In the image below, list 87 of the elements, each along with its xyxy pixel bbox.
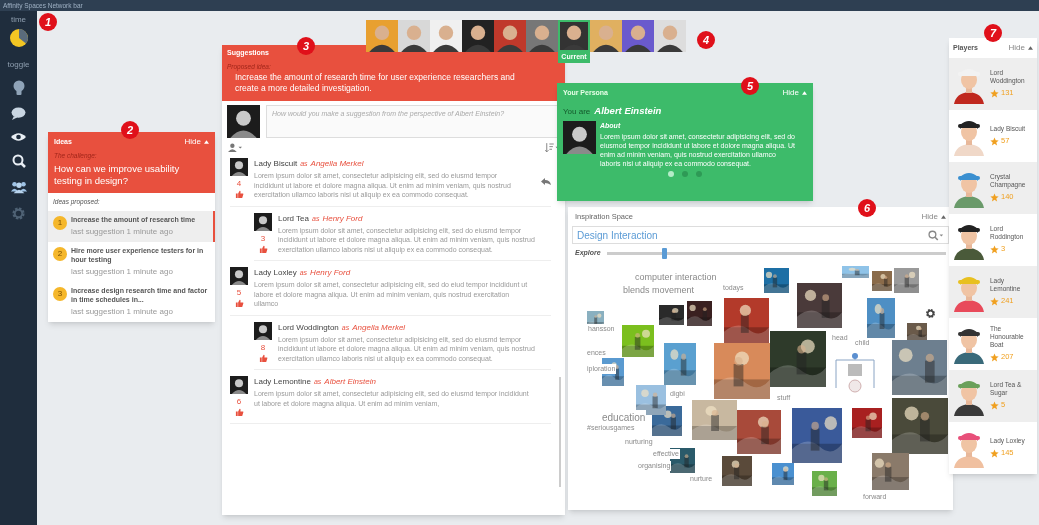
vote-count: 6 <box>236 396 242 409</box>
persona-portrait[interactable] <box>622 20 654 52</box>
callout-badge: 7 <box>984 24 1002 42</box>
thumbs-up-icon[interactable] <box>258 353 268 363</box>
idea-meta: last suggestion 1 minute ago <box>71 305 174 318</box>
lightbulb-icon[interactable] <box>12 80 25 96</box>
avatar-icon <box>254 321 272 340</box>
hide-toggle[interactable]: Hide <box>184 136 209 148</box>
search-input[interactable]: Design Interaction <box>577 227 827 243</box>
avatar-icon <box>254 212 272 231</box>
hide-toggle[interactable]: Hide <box>921 211 946 223</box>
comment-author: Lady Biscuit <box>254 158 298 171</box>
thumbs-up-icon[interactable] <box>258 244 268 254</box>
hide-toggle[interactable]: Hide <box>782 87 807 99</box>
star-icon <box>990 192 999 202</box>
persona-portrait[interactable] <box>526 20 558 52</box>
settings-icon[interactable] <box>925 307 936 319</box>
avatar-icon <box>230 158 248 177</box>
persona-portrait[interactable] <box>494 20 526 52</box>
persona-portrait[interactable] <box>398 20 430 52</box>
star-icon <box>990 296 999 306</box>
persona-portrait[interactable] <box>366 20 398 52</box>
sort-icon[interactable] <box>545 143 559 153</box>
caret-up-icon <box>802 91 807 95</box>
vote-count: 5 <box>236 287 242 300</box>
slider-thumb[interactable] <box>662 247 668 259</box>
reply-icon[interactable] <box>541 178 551 187</box>
challenge-question: How can we improve usability testing in design? <box>54 162 181 187</box>
callout-badge: 2 <box>121 121 139 139</box>
idea-meta: last suggestion 1 minute ago <box>71 225 174 238</box>
callout-badge: 3 <box>297 37 315 55</box>
time-label: time <box>10 14 27 26</box>
comment-author: Lord Woddington <box>278 321 339 334</box>
comment-author: Lady Lemontine <box>254 376 311 389</box>
persona-portrait[interactable] <box>590 20 622 52</box>
persona-name: Albert Einstein <box>594 104 662 118</box>
thumbs-up-icon[interactable] <box>234 190 244 200</box>
chat-bubble-icon[interactable] <box>11 107 26 120</box>
star-icon <box>990 136 999 146</box>
comment-author: Lord Tea <box>278 212 309 225</box>
hide-toggle[interactable]: Hide <box>1008 42 1033 54</box>
vote-count: 4 <box>236 178 242 191</box>
avatar-icon <box>227 105 260 139</box>
caret-up-icon <box>941 215 946 219</box>
avatar-icon <box>230 376 248 395</box>
idea-meta: last suggestion 1 minute ago <box>71 265 174 278</box>
star-icon <box>990 400 999 410</box>
star-icon <box>990 352 999 362</box>
callout-badge: 5 <box>741 77 759 95</box>
persona-portrait[interactable] <box>430 20 462 52</box>
star-icon <box>990 244 999 254</box>
callout-badge: 6 <box>858 199 876 217</box>
search-icon[interactable] <box>11 154 26 168</box>
caret-up-icon <box>204 140 209 144</box>
vote-count: 3 <box>260 232 266 245</box>
avatar-icon <box>230 267 248 286</box>
callout-badge: 1 <box>39 13 57 31</box>
tag-word[interactable]: computer interaction <box>634 270 718 284</box>
person-filter-icon[interactable] <box>228 143 242 153</box>
comment-persona: Henry Ford <box>322 212 363 225</box>
thumbs-up-icon[interactable] <box>234 408 244 418</box>
avatar-icon <box>563 121 596 155</box>
proposed-idea: Increase the amount of research time for user experience researchers and create a more detailed investigation. <box>234 72 516 95</box>
users-icon[interactable] <box>9 180 28 194</box>
star-icon <box>990 88 999 98</box>
eye-icon[interactable] <box>11 132 26 142</box>
medal-rank: 2 <box>53 246 67 261</box>
comment-persona: Henry Ford <box>310 267 351 280</box>
pie-chart-icon[interactable] <box>8 28 29 48</box>
persona-portrait[interactable] <box>558 20 590 52</box>
scrollbar[interactable] <box>559 377 561 488</box>
callout-badge: 4 <box>697 31 715 49</box>
comment-persona: Albert Einstein <box>324 376 376 389</box>
medal-rank: 1 <box>53 215 67 230</box>
thumbs-up-icon[interactable] <box>234 299 244 309</box>
medal-rank: 3 <box>53 286 67 301</box>
comment-persona: Angella Merkel <box>310 158 364 171</box>
you-are-label: You are <box>563 106 591 118</box>
search-field[interactable]: Design Interaction <box>572 226 949 244</box>
persona-portrait[interactable] <box>462 20 494 52</box>
caret-up-icon <box>1028 46 1033 50</box>
comment-author: Lady Loxley <box>254 267 297 280</box>
vote-count: 8 <box>260 341 266 354</box>
comment-persona: Angella Merkel <box>352 321 406 334</box>
toggle-label: toggle <box>7 59 30 71</box>
star-icon <box>990 448 999 458</box>
persona-portrait[interactable] <box>654 20 686 52</box>
